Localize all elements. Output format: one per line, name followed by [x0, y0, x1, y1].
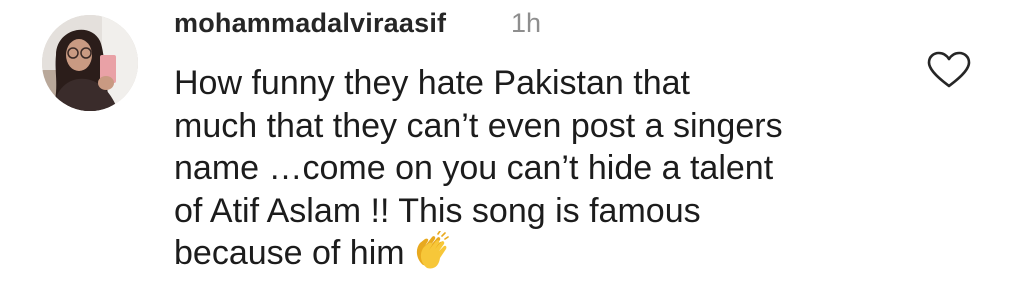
clapping-hands-icon	[411, 230, 451, 271]
like-button[interactable]	[926, 50, 972, 90]
next-comment-fragment	[174, 284, 254, 291]
username-link[interactable]: mohammadalviraasif	[174, 8, 446, 39]
comment-text: How funny they hate Pakistan that much t…	[174, 62, 894, 275]
heart-outline-icon	[927, 51, 971, 88]
comment-item: mohammadalviraasif 1h How funny they hat…	[0, 0, 1024, 291]
comment-text-line: much that they can’t even post a singers	[174, 106, 783, 145]
comment-text-line: of Atif Aslam !! This song is famous	[174, 191, 701, 230]
comment-text-line-last: because of him	[174, 230, 894, 275]
comment-text-line: How funny they hate Pakistan that	[174, 64, 690, 102]
avatar[interactable]	[42, 15, 138, 111]
timestamp: 1h	[511, 8, 542, 38]
comment-text-line: name …come on you can’t hide a talent	[174, 149, 774, 187]
comment-text-line: because of him	[174, 234, 405, 272]
